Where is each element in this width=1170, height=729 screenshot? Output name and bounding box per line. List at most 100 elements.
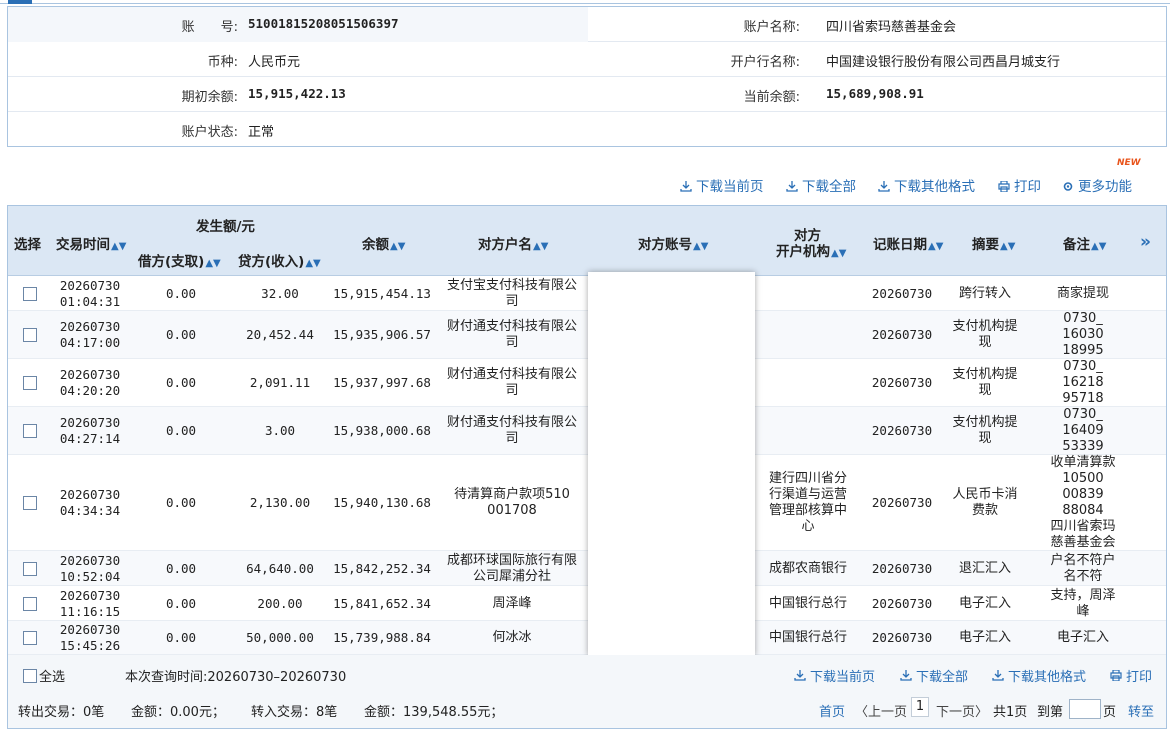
- row-checkbox[interactable]: [23, 286, 37, 301]
- table-row[interactable]: 20260730 04:20:20 0.00 2,091.11 15,937,997.6…: [8, 359, 1166, 407]
- download-all-button[interactable]: 下载全部: [786, 175, 856, 195]
- remark-line: 支持，周泽: [1050, 587, 1116, 603]
- remark-line: 88084: [1062, 503, 1104, 518]
- row-checkbox[interactable]: [23, 631, 37, 645]
- download-page-button[interactable]: 下载当前页: [680, 175, 764, 195]
- header-debit[interactable]: 借方(支取)▲▼: [138, 250, 221, 270]
- table-row[interactable]: 20260730 04:27:14 0.00 3.00 15,938,000.68 财付通…: [8, 407, 1166, 455]
- prev-page-link[interactable]: 〈上一页: [855, 701, 907, 720]
- printer-icon: [1110, 669, 1122, 682]
- footer-print-button[interactable]: 打印: [1110, 666, 1152, 685]
- header-counterparty[interactable]: 对方户名▲▼: [478, 233, 548, 253]
- table-row[interactable]: 20260730 15:45:26 0.00 50,000.00 15,739,988.…: [8, 621, 1166, 655]
- sort-icon: ▲▼: [831, 248, 847, 259]
- post-date: 20260730: [862, 630, 942, 646]
- debit-amount-line: 0.00: [165, 375, 197, 390]
- more-functions-button[interactable]: 更多功能: [1062, 175, 1132, 195]
- counterparty-name: 成都环球国际旅行有限 公司犀浦分社: [440, 553, 584, 585]
- post-date: 20260730: [862, 423, 942, 439]
- row-checkbox[interactable]: [23, 424, 37, 438]
- transaction-time: 20260730 15:45:26: [50, 622, 130, 654]
- table-row[interactable]: 20260730 11:16:15 0.00 200.00 15,841,652.34 周…: [8, 586, 1166, 621]
- post-date: 20260730: [862, 286, 942, 302]
- header-credit[interactable]: 贷方(收入)▲▼: [238, 250, 321, 270]
- footer-download-other-label: 下载其他格式: [1008, 670, 1087, 685]
- printer-icon: [998, 181, 1010, 192]
- row-checkbox[interactable]: [23, 376, 37, 390]
- debit-amount-line: 0.00: [165, 560, 197, 576]
- download-all-label: 下载全部: [802, 179, 856, 195]
- row-checkbox[interactable]: [23, 596, 37, 611]
- info-row-balance: 期初余额: 15,915,422.13 当前余额: 15,689,908.91: [8, 77, 1166, 112]
- select-all-checkbox[interactable]: [23, 669, 37, 683]
- goto-page-input[interactable]: [1069, 699, 1101, 719]
- header-amount-group: 发生额/元: [196, 219, 255, 235]
- remark-line: 53339: [1062, 439, 1104, 454]
- active-tab-indicator[interactable]: [8, 0, 32, 4]
- row-checkbox[interactable]: [23, 561, 37, 576]
- summary-line: 电子汇入: [958, 595, 1011, 611]
- remark: 户名不符户 名不符: [1040, 553, 1126, 585]
- summary-line: 跨行转入: [958, 285, 1011, 301]
- balance-amount: 15,940,130.68: [312, 495, 452, 511]
- more-functions-label: 更多功能: [1078, 179, 1132, 195]
- account-name-label: 账户名称:: [743, 20, 800, 35]
- footer-download-page-button[interactable]: 下载当前页: [794, 666, 875, 685]
- footer-download-other-button[interactable]: 下载其他格式: [992, 666, 1086, 685]
- header-post-date[interactable]: 记账日期▲▼: [873, 233, 943, 253]
- table-row[interactable]: 20260730 01:04:31 0.00 32.00 15,915,454.13 支付…: [8, 276, 1166, 311]
- header-counter-account[interactable]: 对方账号▲▼: [638, 233, 708, 253]
- header-counter-bank[interactable]: 开户机构▲▼: [776, 240, 846, 260]
- header-counter-account-label: 对方账号: [638, 237, 692, 253]
- counterparty-name: 财付通支付科技有限公司: [440, 415, 584, 447]
- transaction-date: 20260730: [59, 552, 121, 568]
- counterparty-bank: 建行四川省分 行渠道与运营 管理部核算中心: [760, 471, 856, 535]
- counterparty-name-line: 何冰冰: [492, 630, 532, 645]
- header-time[interactable]: 交易时间▲▼: [56, 233, 126, 253]
- balance-amount-line: 15,940,130.68: [333, 495, 431, 510]
- remark-line: 16030: [1062, 327, 1104, 342]
- sort-icon: ▲▼: [305, 258, 321, 269]
- summary-line: 电子汇入: [958, 630, 1011, 645]
- post-date-line: 20260730: [871, 560, 933, 576]
- debit-amount-line: 0.00: [165, 630, 197, 645]
- summary-line: 支付机构提: [952, 415, 1018, 430]
- goto-button[interactable]: 转至: [1128, 701, 1154, 720]
- row-checkbox[interactable]: [23, 496, 37, 510]
- more-columns-icon[interactable]: »: [1140, 232, 1151, 252]
- summary-line: 支付机构提: [952, 319, 1018, 334]
- download-other-label: 下载其他格式: [894, 179, 975, 195]
- redaction-overlay: [588, 272, 755, 656]
- footer-download-all-button[interactable]: 下载全部: [900, 666, 968, 685]
- footer-download-all-label: 下载全部: [916, 670, 969, 685]
- post-date-line: 20260730: [871, 630, 933, 645]
- info-row-status: 账户状态: 正常: [8, 112, 1166, 147]
- in-amount: 金额：139,548.55元；: [364, 705, 504, 720]
- table-row[interactable]: 20260730 10:52:04 0.00 64,640.00 15,842,252.…: [8, 551, 1166, 586]
- remark-line: 商家提现: [1056, 285, 1109, 301]
- table-row[interactable]: 20260730 04:17:00 0.00 20,452.44 15,935,906.…: [8, 311, 1166, 359]
- summary: 人民币卡消 费款: [950, 487, 1020, 519]
- footer-download-page-label: 下载当前页: [810, 670, 876, 685]
- print-label: 打印: [1014, 179, 1041, 195]
- remark-line: 慈善基金会: [1050, 535, 1116, 550]
- debit-amount: 0.00: [136, 561, 226, 577]
- info-row-currency: 币种: 人民币元 开户行名称: 中国建设银行股份有限公司西昌月城支行: [8, 42, 1166, 77]
- summary-line: 现: [978, 431, 992, 446]
- download-other-button[interactable]: 下载其他格式: [878, 175, 975, 195]
- download-icon: [794, 670, 806, 681]
- debit-amount: 0.00: [136, 286, 226, 302]
- first-page-link[interactable]: 首页: [819, 701, 845, 720]
- sort-icon: ▲▼: [1091, 241, 1107, 252]
- header-summary[interactable]: 摘要▲▼: [972, 233, 1015, 253]
- summary: 电子汇入: [950, 630, 1020, 646]
- print-button[interactable]: 打印: [998, 175, 1041, 195]
- table-row[interactable]: 20260730 04:34:34 0.00 2,130.00 15,940,130.6…: [8, 455, 1166, 551]
- row-checkbox[interactable]: [23, 328, 37, 342]
- sort-icon: ▲▼: [693, 241, 709, 252]
- header-remark[interactable]: 备注▲▼: [1063, 233, 1106, 253]
- counterparty-name: 财付通支付科技有限公司: [440, 367, 584, 399]
- header-balance[interactable]: 余额▲▼: [362, 233, 405, 253]
- next-page-link[interactable]: 下一页〉: [936, 701, 988, 720]
- counterparty-bank-line: 管理部核算中: [768, 503, 847, 518]
